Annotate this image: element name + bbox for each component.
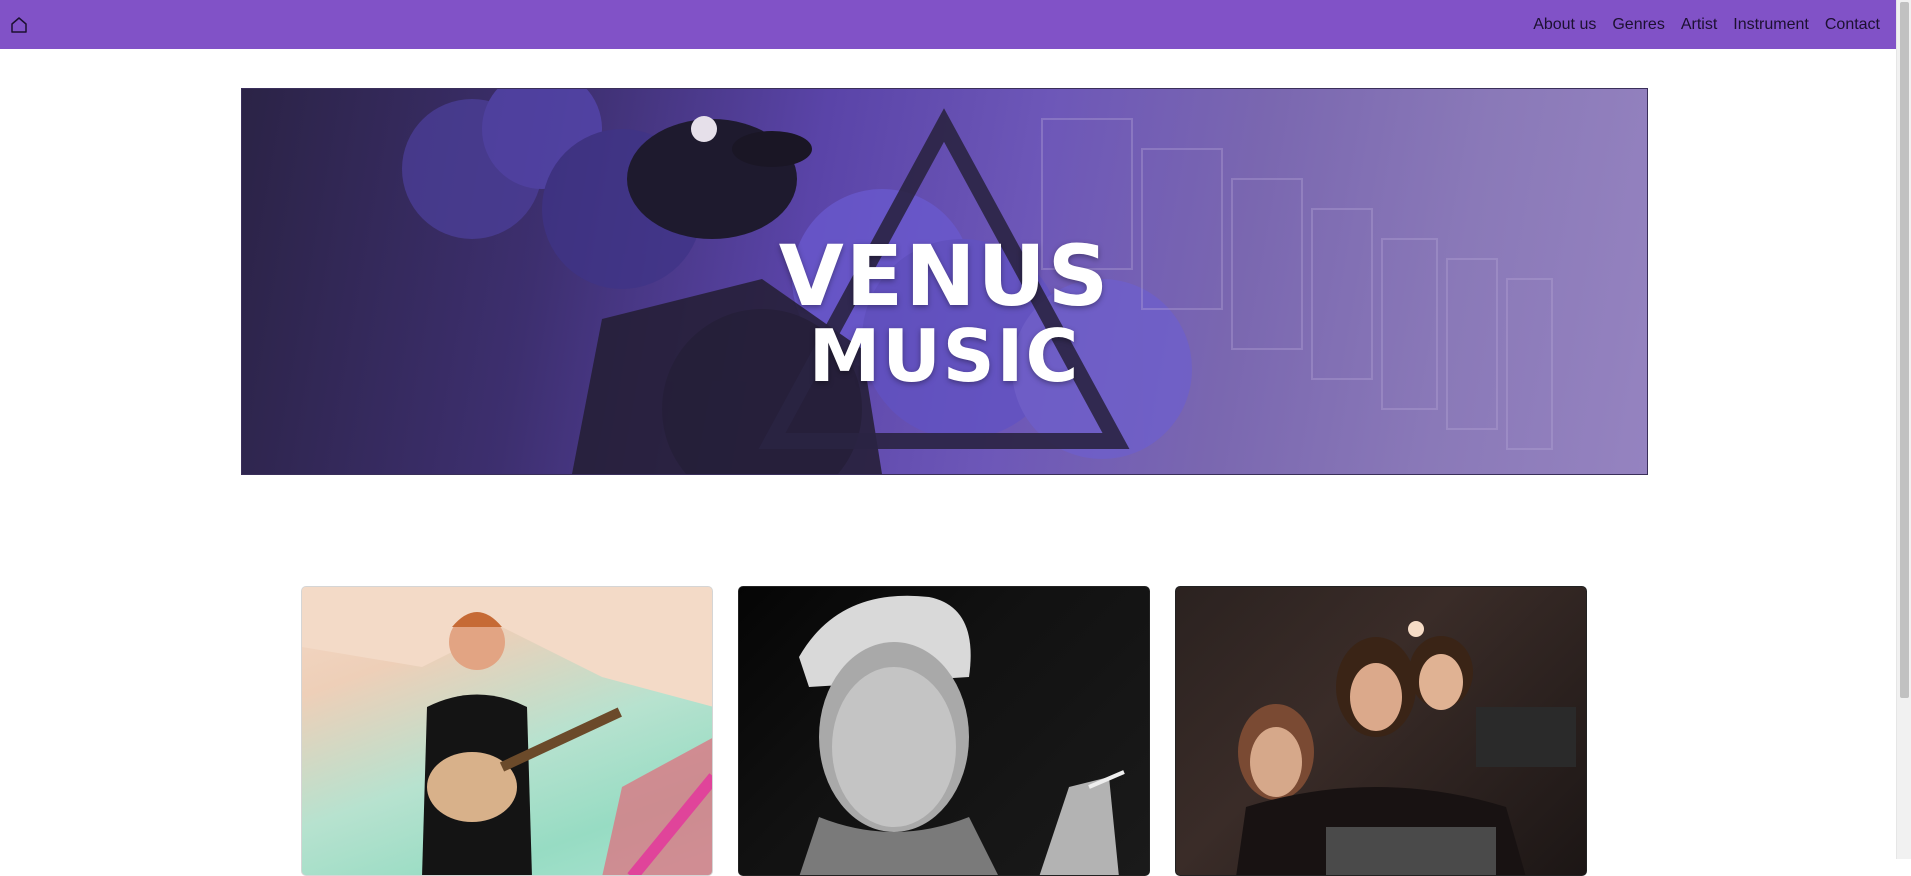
navbar: About us Genres Artist Instrument Contac… [0,0,1896,49]
nav-link-about-us[interactable]: About us [1533,16,1596,34]
nav-link-instrument[interactable]: Instrument [1733,16,1809,34]
nav-links: About us Genres Artist Instrument Contac… [1525,0,1896,49]
artist-photo-3 [1236,621,1576,875]
hero-title-line2: MUSIC [808,314,1081,398]
home-icon [11,16,27,33]
artist-card-1[interactable] [301,586,713,876]
artist-card-2[interactable] [738,586,1150,876]
artist-card-3[interactable] [1175,586,1587,876]
nav-link-contact[interactable]: Contact [1825,16,1880,34]
page-scrollbar[interactable] [1896,0,1911,859]
nav-link-genres[interactable]: Genres [1612,16,1664,34]
scrollbar-thumb[interactable] [1900,2,1909,698]
hero-title-line1: VENUS [778,227,1111,325]
artist-photo-1 [302,587,712,875]
nav-link-artist[interactable]: Artist [1681,16,1717,34]
artist-photo-2 [799,595,1125,875]
hero-banner: VENUS MUSIC [241,88,1648,475]
home-button[interactable] [0,0,38,49]
